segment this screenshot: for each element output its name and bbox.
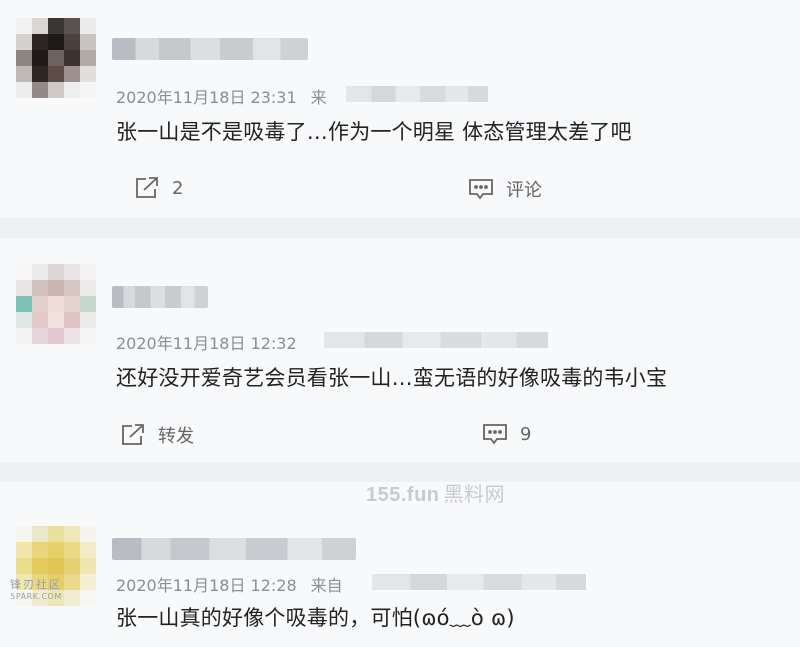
source-label: 来	[310, 88, 327, 107]
watermark-name: 黑料网	[443, 484, 506, 506]
comment-icon	[483, 424, 507, 445]
comment-text: 张一山真的好像个吸毒的，可怕(ɷó﹏ò ɷ)	[116, 606, 515, 630]
avatar[interactable]	[16, 18, 96, 98]
corner-logo: 锋刃社区 5PARK.COM	[6, 576, 66, 601]
watermark-brand: 155.fun	[366, 484, 440, 506]
share-button[interactable]: 转发	[120, 422, 194, 448]
share-button[interactable]: 2	[134, 176, 183, 200]
comment-card: 2020年11月18日 23:31 来 张一山是不是吸毒了…作为一个明星 体态管理…	[0, 0, 800, 218]
site-watermark: 155.fun 黑料网	[366, 478, 505, 507]
share-count: 2	[172, 177, 184, 199]
share-icon	[136, 177, 158, 198]
comment-count: 9	[520, 423, 532, 445]
source-label: 来自	[310, 576, 343, 595]
comment-label: 评论	[506, 180, 542, 201]
comment-text: 还好没开爱奇艺会员看张一山…蛮无语的好像吸毒的韦小宝	[116, 366, 668, 390]
timestamp: 2020年11月18日 23:31	[116, 88, 297, 107]
share-icon	[122, 424, 144, 445]
comment-button[interactable]: 评论	[468, 176, 542, 202]
corner-logo-text: 锋刃社区	[10, 578, 62, 591]
post-meta: 2020年11月18日 12:28 来自	[116, 572, 343, 596]
username[interactable]	[112, 538, 356, 560]
source-device	[372, 574, 586, 590]
corner-logo-url: 5PARK.COM	[10, 592, 62, 601]
comment-button[interactable]: 9	[482, 422, 531, 446]
timestamp: 2020年11月18日 12:32	[116, 334, 297, 353]
source-device	[324, 332, 548, 348]
post-meta: 2020年11月18日 12:32	[116, 330, 311, 354]
username[interactable]	[112, 286, 208, 308]
timestamp: 2020年11月18日 12:28	[116, 576, 297, 595]
share-label: 转发	[158, 426, 194, 447]
comment-icon	[469, 179, 493, 200]
post-meta: 2020年11月18日 23:31 来	[116, 84, 327, 108]
username[interactable]	[112, 38, 308, 60]
avatar[interactable]	[16, 264, 96, 344]
comment-card: 2020年11月18日 12:32 还好没开爱奇艺会员看张一山…蛮无语的好像吸毒…	[0, 238, 800, 462]
source-device	[346, 86, 488, 102]
comment-text: 张一山是不是吸毒了…作为一个明星 体态管理太差了吧	[116, 120, 632, 144]
